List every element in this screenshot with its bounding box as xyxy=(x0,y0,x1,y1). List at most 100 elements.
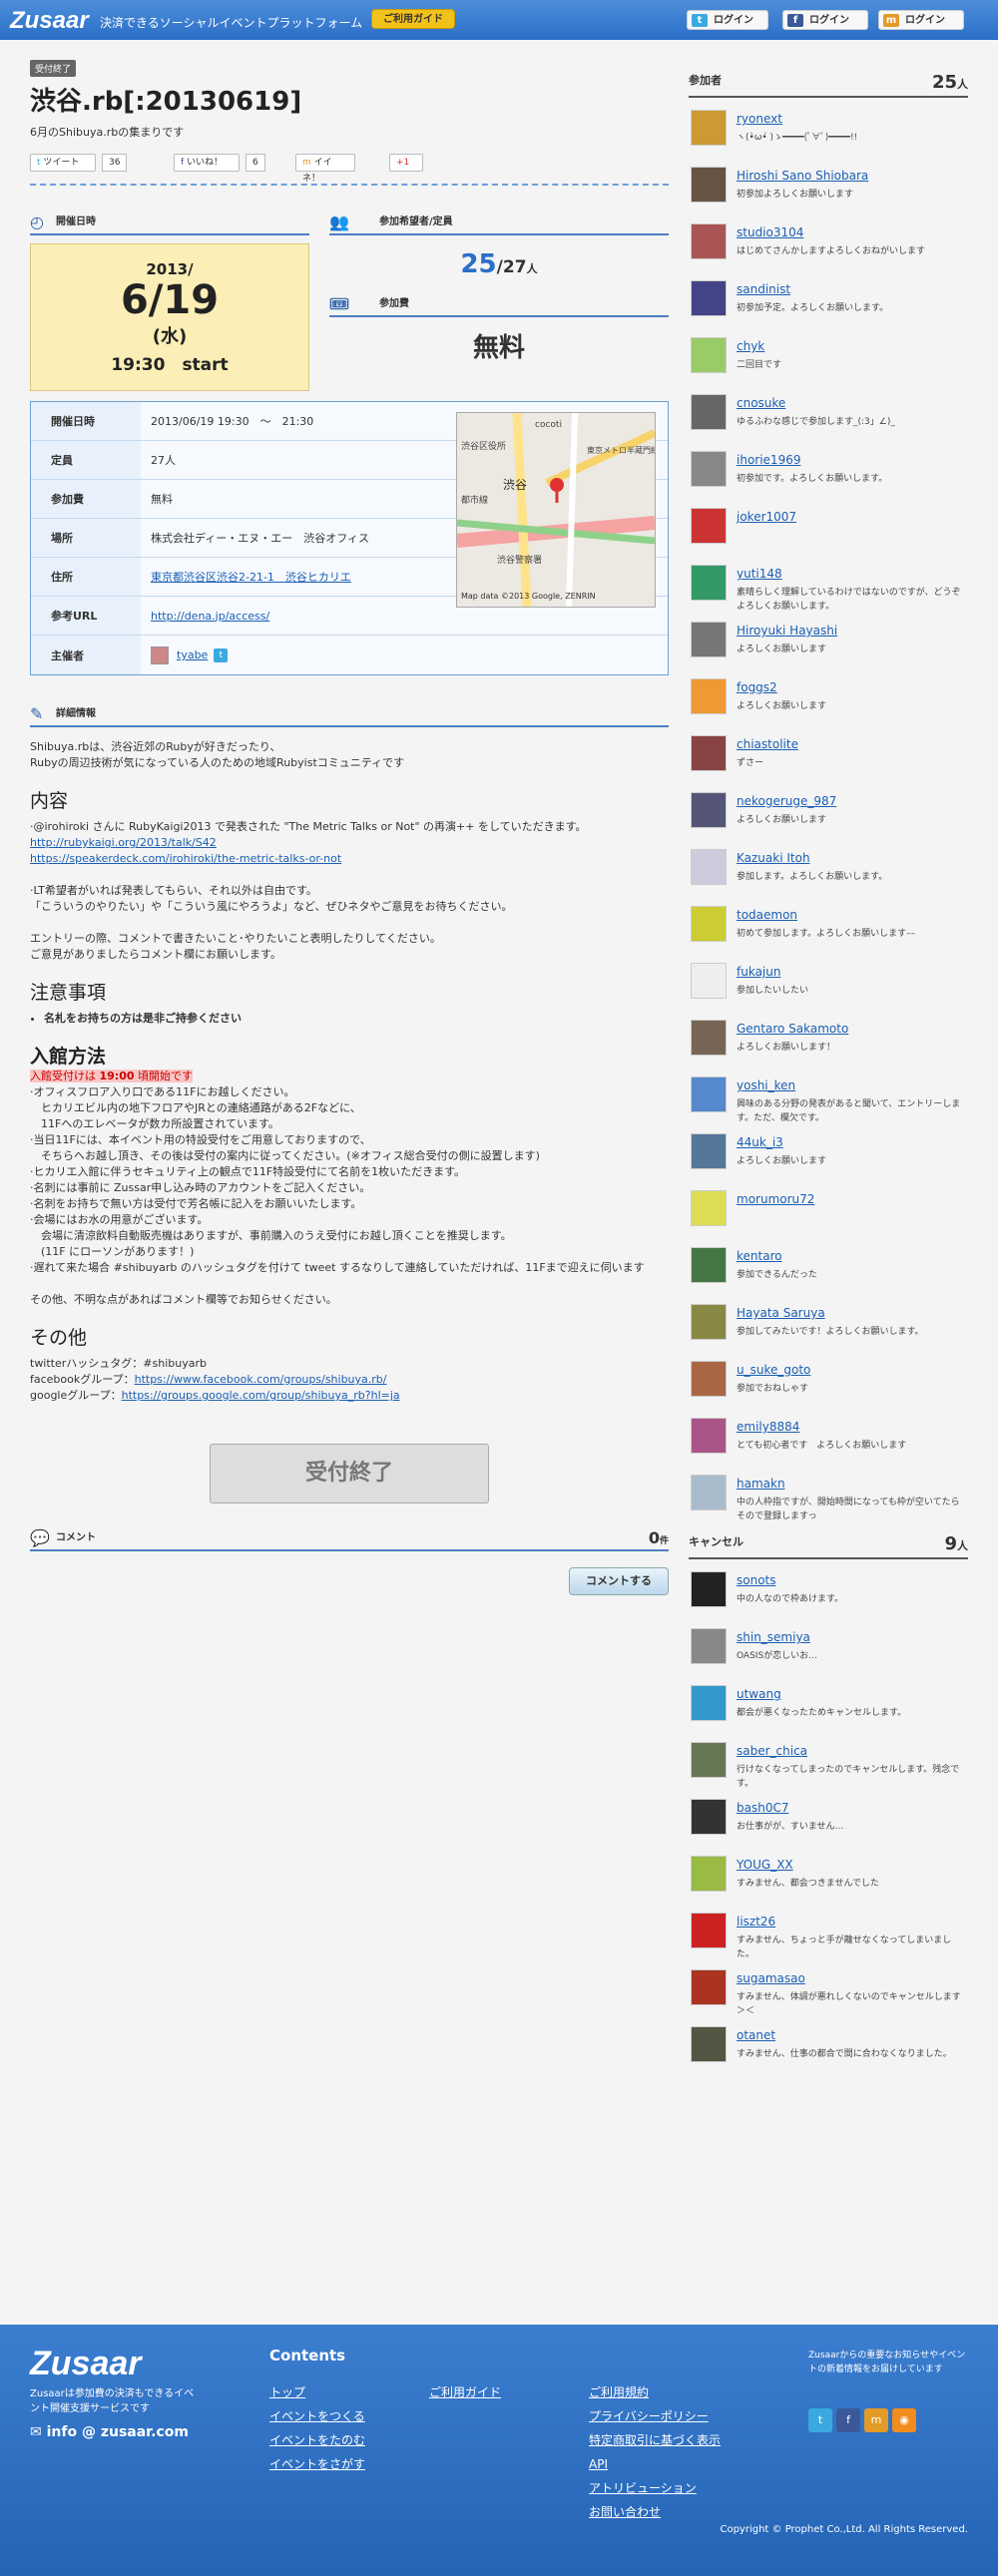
user-name-link[interactable]: shin_semiya xyxy=(737,1630,810,1644)
address-link[interactable]: 東京都渋谷区渋谷2-21-1 渋谷ヒカリエ xyxy=(151,569,351,585)
footer-link[interactable]: アトリビューション xyxy=(589,2476,721,2500)
user-name-link[interactable]: yuti148 xyxy=(737,567,782,581)
user-name-link[interactable]: saber_chica xyxy=(737,1744,807,1758)
user-name-link[interactable]: studio3104 xyxy=(737,225,803,239)
user-name-link[interactable]: kentaro xyxy=(737,1249,782,1263)
user-name-link[interactable]: Kazuaki Itoh xyxy=(737,851,810,865)
organizer-link[interactable]: tyabe xyxy=(177,648,208,661)
rss-icon[interactable]: ◉ xyxy=(892,2408,916,2432)
mixi-icon[interactable]: m xyxy=(864,2408,888,2432)
footer-link[interactable]: トップ xyxy=(269,2380,365,2404)
avatar[interactable] xyxy=(691,1685,727,1721)
avatar[interactable] xyxy=(691,508,727,544)
location-map[interactable]: cocoti 渋谷 渋谷区役所 都市線 渋谷警察署 東京メトロ半蔵門線 Map … xyxy=(456,412,659,608)
user-name-link[interactable]: otanet xyxy=(737,2028,775,2042)
user-name-link[interactable]: Gentaro Sakamoto xyxy=(737,1022,848,1036)
avatar[interactable] xyxy=(691,906,727,942)
user-name-link[interactable]: joker1007 xyxy=(737,510,796,524)
user-name-link[interactable]: emily8884 xyxy=(737,1420,799,1434)
avatar[interactable] xyxy=(691,1076,727,1112)
avatar[interactable] xyxy=(691,1742,727,1778)
avatar[interactable] xyxy=(691,735,727,771)
avatar[interactable] xyxy=(691,110,727,146)
closed-button[interactable]: 受付終了 xyxy=(210,1444,489,1503)
avatar[interactable] xyxy=(691,1247,727,1283)
avatar[interactable] xyxy=(691,678,727,714)
user-name-link[interactable]: u_suke_goto xyxy=(737,1363,810,1377)
user-name-link[interactable]: cnosuke xyxy=(737,396,785,410)
footer-link[interactable]: ご利用ガイド xyxy=(429,2380,501,2404)
user-name-link[interactable]: yoshi_ken xyxy=(737,1078,795,1092)
user-name-link[interactable]: Hayata Saruya xyxy=(737,1306,825,1320)
like-button[interactable]: f いいね！ xyxy=(174,154,240,172)
avatar[interactable] xyxy=(691,565,727,601)
guide-button[interactable]: ご利用ガイド xyxy=(371,9,455,29)
user-name-link[interactable]: sandinist xyxy=(737,282,790,296)
facebook-icon[interactable]: f xyxy=(836,2408,860,2432)
avatar[interactable] xyxy=(691,622,727,657)
avatar[interactable] xyxy=(691,1969,727,2005)
mixi-login-button[interactable]: m ログイン xyxy=(878,10,964,30)
avatar[interactable] xyxy=(691,280,727,316)
avatar[interactable] xyxy=(691,1913,727,1948)
avatar[interactable] xyxy=(691,1304,727,1340)
avatar[interactable] xyxy=(691,1418,727,1454)
user-name-link[interactable]: Hiroyuki Hayashi xyxy=(737,624,837,638)
footer-logo[interactable]: Zusaar xyxy=(30,2345,142,2383)
footer-link[interactable]: プライバシーポリシー xyxy=(589,2404,721,2428)
footer-link[interactable]: 特定商取引に基づく表示 xyxy=(589,2428,721,2452)
zusaar-logo[interactable]: Zusaar xyxy=(10,7,89,35)
avatar[interactable] xyxy=(691,1799,727,1835)
iine-button[interactable]: m イイネ！ xyxy=(295,154,355,184)
avatar[interactable] xyxy=(691,1571,727,1607)
twitter-icon[interactable]: t xyxy=(214,647,229,662)
user-name-link[interactable]: fukajun xyxy=(737,965,780,979)
avatar[interactable] xyxy=(691,1628,727,1664)
user-name-link[interactable]: chiastolite xyxy=(737,737,798,751)
avatar[interactable] xyxy=(691,1190,727,1226)
footer-link[interactable]: イベントをさがす xyxy=(269,2452,365,2476)
organizer-avatar[interactable] xyxy=(151,645,169,664)
avatar[interactable] xyxy=(691,2026,727,2062)
footer-link[interactable]: イベントをたのむ xyxy=(269,2428,365,2452)
user-name-link[interactable]: hamakn xyxy=(737,1477,785,1491)
user-name-link[interactable]: sugamasao xyxy=(737,1971,805,1985)
footer-link[interactable]: API xyxy=(589,2452,721,2476)
reference-link[interactable]: http://dena.jp/access/ xyxy=(151,610,269,623)
avatar[interactable] xyxy=(691,792,727,828)
user-name-link[interactable]: utwang xyxy=(737,1687,781,1701)
twitter-icon[interactable]: t xyxy=(808,2408,832,2432)
user-name-link[interactable]: ryonext xyxy=(737,112,782,126)
plusone-button[interactable]: +1 xyxy=(389,154,423,172)
footer-link[interactable]: お問い合わせ xyxy=(589,2500,721,2524)
user-name-link[interactable]: 44uk_i3 xyxy=(737,1135,783,1149)
avatar[interactable] xyxy=(691,337,727,373)
google-group-link[interactable]: https://groups.google.com/group/shibuya_… xyxy=(122,1389,400,1402)
twitter-login-button[interactable]: t ログイン xyxy=(687,10,768,30)
avatar[interactable] xyxy=(691,1133,727,1169)
avatar[interactable] xyxy=(691,849,727,885)
user-name-link[interactable]: bash0C7 xyxy=(737,1801,788,1815)
avatar[interactable] xyxy=(691,451,727,487)
rubykaigi-link[interactable]: http://rubykaigi.org/2013/talk/S42 xyxy=(30,836,217,849)
user-name-link[interactable]: Hiroshi Sano Shiobara xyxy=(737,169,868,183)
facebook-login-button[interactable]: f ログイン xyxy=(782,10,868,30)
avatar[interactable] xyxy=(691,1475,727,1510)
user-name-link[interactable]: todaemon xyxy=(737,908,797,922)
user-name-link[interactable]: chyk xyxy=(737,339,764,353)
avatar[interactable] xyxy=(691,1020,727,1056)
user-name-link[interactable]: nekogeruge_987 xyxy=(737,794,836,808)
user-name-link[interactable]: sonots xyxy=(737,1573,776,1587)
avatar[interactable] xyxy=(691,963,727,999)
footer-link[interactable]: イベントをつくる xyxy=(269,2404,365,2428)
avatar[interactable] xyxy=(691,1361,727,1397)
tweet-button[interactable]: t ツイート xyxy=(30,154,96,172)
speakerdeck-link[interactable]: https://speakerdeck.com/irohiroki/the-me… xyxy=(30,852,341,865)
user-name-link[interactable]: ihorie1969 xyxy=(737,453,800,467)
footer-link[interactable]: ご利用規約 xyxy=(589,2380,721,2404)
post-comment-button[interactable]: コメントする xyxy=(569,1567,669,1595)
user-name-link[interactable]: liszt26 xyxy=(737,1915,775,1929)
avatar[interactable] xyxy=(691,1856,727,1892)
facebook-group-link[interactable]: https://www.facebook.com/groups/shibuya.… xyxy=(135,1373,387,1386)
user-name-link[interactable]: YOUG_XX xyxy=(737,1858,793,1872)
